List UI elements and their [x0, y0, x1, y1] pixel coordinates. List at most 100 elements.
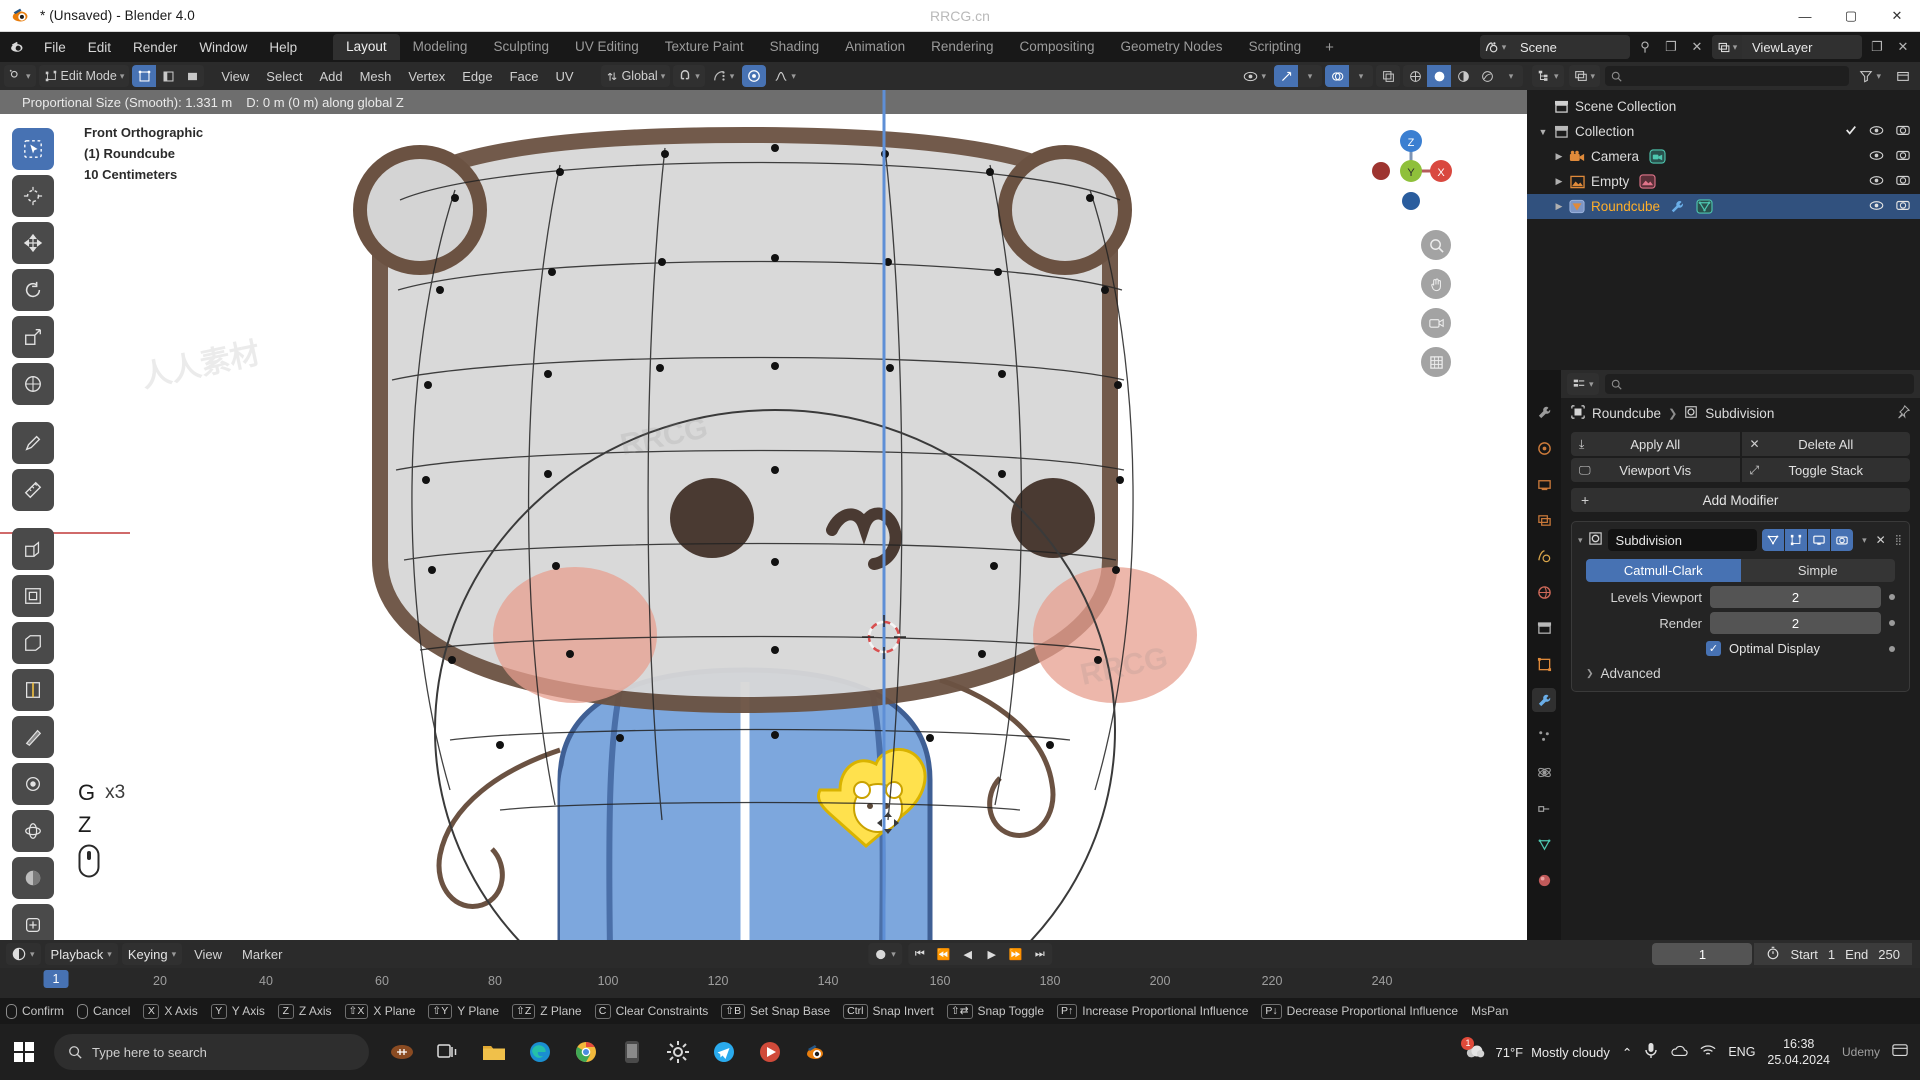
apply-all-button[interactable]: ⤓ Apply All — [1571, 432, 1740, 456]
tool-inset-icon[interactable] — [12, 575, 54, 617]
disable-in-renders-camera-icon[interactable] — [1896, 124, 1910, 139]
tab-world-icon[interactable] — [1532, 580, 1556, 604]
modifier-drag-handle-icon[interactable]: ⣿ — [1895, 535, 1903, 546]
simple-option[interactable]: Simple — [1741, 559, 1896, 582]
transform-orientation-selector[interactable]: Global▾ — [601, 65, 671, 87]
telegram-icon[interactable] — [703, 1029, 745, 1075]
app-icon[interactable] — [611, 1029, 653, 1075]
advanced-section-toggle[interactable]: ❯ Advanced — [1586, 666, 1895, 681]
play-reverse-button[interactable]: ◀ — [956, 943, 980, 965]
material-preview-shading-icon[interactable] — [1451, 65, 1475, 87]
scene-name-field[interactable]: Scene — [1510, 35, 1630, 59]
outliner-search-input[interactable] — [1605, 66, 1849, 86]
outliner-display-mode-icon[interactable]: ▾ — [1569, 65, 1601, 87]
next-keyframe-button[interactable]: ⏩ — [1004, 943, 1028, 965]
task-view-icon[interactable] — [427, 1029, 469, 1075]
mode-selector[interactable]: Edit Mode▾ — [39, 65, 130, 87]
face-select-mode-icon[interactable] — [180, 65, 204, 87]
tool-scale-icon[interactable] — [12, 316, 54, 358]
realtime-display-icon[interactable] — [1808, 529, 1830, 551]
pin-scene-icon[interactable]: ⚲ — [1634, 36, 1656, 58]
outliner-row-roundcube[interactable]: ▶ Roundcube — [1527, 194, 1920, 219]
new-viewlayer-icon[interactable]: ❐ — [1866, 36, 1888, 58]
menu-window[interactable]: Window — [189, 36, 257, 59]
settings-icon[interactable] — [657, 1029, 699, 1075]
wireframe-shading-icon[interactable] — [1403, 65, 1427, 87]
properties-search-input[interactable] — [1605, 374, 1914, 394]
tool-bevel-icon[interactable] — [12, 622, 54, 664]
pan-view-icon[interactable] — [1421, 269, 1451, 299]
camera-expand-triangle-icon[interactable]: ▶ — [1551, 151, 1567, 162]
edge-icon[interactable] — [519, 1029, 561, 1075]
tool-move-icon[interactable] — [12, 222, 54, 264]
tab-constraints-icon[interactable] — [1532, 796, 1556, 820]
3d-viewport[interactable]: Proportional Size (Smooth): 1.331 m D: 0… — [0, 90, 1527, 940]
properties-editor-type-icon[interactable]: ▾ — [1567, 373, 1599, 395]
menu-add[interactable]: Add — [311, 66, 350, 87]
roundcube-expand-triangle-icon[interactable]: ▶ — [1551, 201, 1567, 212]
hide-in-viewport-eye-icon[interactable] — [1869, 199, 1884, 214]
tray-expand-chevron-up-icon[interactable]: ⌃ — [1622, 1045, 1632, 1060]
new-scene-icon[interactable]: ❐ — [1660, 36, 1682, 58]
optimal-display-checkbox[interactable]: ✓ — [1706, 641, 1721, 656]
tab-compositing[interactable]: Compositing — [1006, 34, 1107, 60]
blender-taskbar-icon[interactable] — [795, 1029, 837, 1075]
tab-rendering[interactable]: Rendering — [918, 34, 1006, 60]
tool-rotate-icon[interactable] — [12, 269, 54, 311]
overlay-options-chevron-down-icon[interactable]: ▾ — [1349, 65, 1373, 87]
menu-edit[interactable]: Edit — [78, 36, 121, 59]
camera-data-icon[interactable] — [1649, 149, 1666, 164]
shading-options-chevron-down-icon[interactable]: ▾ — [1499, 65, 1523, 87]
levels-viewport-input[interactable]: 2 — [1710, 586, 1881, 608]
add-workspace-button[interactable]: + — [1314, 34, 1345, 61]
tool-measure-icon[interactable] — [12, 469, 54, 511]
hide-in-viewport-eye-icon[interactable] — [1869, 124, 1884, 139]
tool-knife-icon[interactable] — [12, 716, 54, 758]
animate-property-dot-icon[interactable] — [1889, 646, 1895, 652]
tool-annotate-icon[interactable] — [12, 422, 54, 464]
tab-particles-icon[interactable] — [1532, 724, 1556, 748]
viewlayer-selector[interactable]: ▾ ViewLayer — [1712, 35, 1862, 59]
scene-selector[interactable]: ▾ Scene — [1480, 35, 1630, 59]
clock-widget[interactable]: 16:38 25.04.2024 — [1767, 1036, 1830, 1068]
tool-shrink-fatten-icon[interactable] — [12, 904, 54, 940]
outliner-new-collection-icon[interactable] — [1891, 65, 1915, 87]
animate-property-dot-icon[interactable] — [1889, 620, 1895, 626]
menu-mesh[interactable]: Mesh — [352, 66, 400, 87]
zoom-view-icon[interactable] — [1421, 230, 1451, 260]
tab-modifier-icon[interactable] — [1532, 688, 1556, 712]
menu-select[interactable]: Select — [258, 66, 310, 87]
tool-cursor-icon[interactable] — [12, 175, 54, 217]
add-modifier-button[interactable]: + Add Modifier — [1571, 488, 1910, 512]
show-overlays-icon[interactable] — [1325, 65, 1349, 87]
tool-loopcut-icon[interactable] — [12, 669, 54, 711]
keying-menu[interactable]: Keying▾ — [122, 943, 182, 965]
tab-tool-icon[interactable] — [1532, 400, 1556, 424]
toggle-camera-view-icon[interactable] — [1421, 308, 1451, 338]
tool-smooth-icon[interactable] — [12, 857, 54, 899]
maximize-button[interactable]: ▢ — [1828, 0, 1874, 32]
navigation-gizmo[interactable]: Z Y X — [1365, 125, 1457, 217]
tool-poly-build-icon[interactable] — [12, 763, 54, 805]
breadcrumb-object-label[interactable]: Roundcube — [1592, 406, 1661, 421]
language-indicator[interactable]: ENG — [1728, 1045, 1755, 1059]
taskbar-search-input[interactable]: Type here to search — [54, 1034, 369, 1070]
viewport-vis-button[interactable]: 🖵 Viewport Vis — [1571, 458, 1740, 482]
timeline-ruler[interactable]: 1 20 40 60 80 100 120 140 160 180 200 22… — [0, 968, 1920, 998]
disable-in-renders-camera-icon[interactable] — [1896, 174, 1910, 189]
blender-logo-icon[interactable] — [0, 39, 34, 56]
jump-to-end-button[interactable]: ⏭ — [1028, 943, 1052, 965]
timeline-view-menu[interactable]: View — [186, 944, 230, 965]
edge-select-mode-icon[interactable] — [156, 65, 180, 87]
tab-texture-paint[interactable]: Texture Paint — [652, 34, 757, 60]
tab-output-icon[interactable] — [1532, 472, 1556, 496]
modifier-name-field[interactable]: Subdivision — [1608, 529, 1758, 551]
image-data-icon[interactable] — [1639, 174, 1656, 189]
tab-render-icon[interactable] — [1532, 436, 1556, 460]
use-preview-range-icon[interactable] — [1766, 946, 1780, 963]
tab-modeling[interactable]: Modeling — [400, 34, 481, 60]
hide-in-viewport-eye-icon[interactable] — [1869, 174, 1884, 189]
collection-checkbox[interactable] — [1845, 124, 1857, 139]
file-explorer-icon[interactable] — [473, 1029, 515, 1075]
falloff-type-selector[interactable]: ▾ — [769, 65, 801, 87]
